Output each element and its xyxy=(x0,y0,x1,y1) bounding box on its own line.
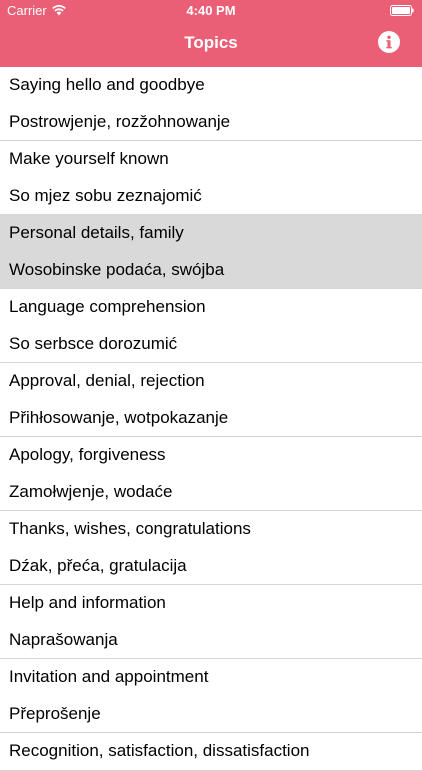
topics-list: Saying hello and goodbye Postrowjenje, r… xyxy=(0,67,422,771)
topic-sorbian: So serbsce dorozumić xyxy=(9,333,178,353)
topic-row[interactable]: Recognition, satisfaction, dissatisfacti… xyxy=(0,733,422,771)
topic-english: Recognition, satisfaction, dissatisfacti… xyxy=(9,741,310,760)
topic-row[interactable]: Approval, denial, rejection Přihłosowanj… xyxy=(0,363,422,437)
topic-sorbian: So mjez sobu zeznajomić xyxy=(9,185,202,205)
topic-row[interactable]: Make yourself known So mjez sobu zeznajo… xyxy=(0,141,422,215)
navigation-bar: Carrier 4:40 PM Topics xyxy=(0,0,422,67)
topic-english: Invitation and appointment xyxy=(9,667,209,686)
topic-row[interactable]: Help and information Naprašowanja xyxy=(0,585,422,659)
topic-english: Saying hello and goodbye xyxy=(9,75,205,94)
topic-english: Personal details, family xyxy=(9,223,184,242)
topic-sorbian: Dźak, přeća, gratulacija xyxy=(9,555,187,575)
topic-english: Language comprehension xyxy=(9,297,206,316)
status-bar: Carrier 4:40 PM xyxy=(0,0,422,22)
battery-icon xyxy=(390,5,414,16)
topic-row[interactable]: Invitation and appointment Přeprošenje xyxy=(0,659,422,733)
topic-sorbian: Naprašowanja xyxy=(9,629,118,649)
topic-row[interactable]: Apology, forgiveness Zamołwjenje, wodaće xyxy=(0,437,422,511)
topic-sorbian: Přihłosowanje, wotpokazanje xyxy=(9,407,229,427)
topic-row[interactable]: Thanks, wishes, congratulations Dźak, př… xyxy=(0,511,422,585)
topic-sorbian: Wosobinske podaća, swójba xyxy=(9,259,225,279)
info-icon[interactable] xyxy=(378,31,400,53)
topic-english: Make yourself known xyxy=(9,149,169,168)
status-time: 4:40 PM xyxy=(186,3,236,18)
topic-english: Help and information xyxy=(9,593,166,612)
topic-row[interactable]: Personal details, family Wosobinske poda… xyxy=(0,215,422,289)
topic-row[interactable]: Language comprehension So serbsce dorozu… xyxy=(0,289,422,363)
topic-english: Apology, forgiveness xyxy=(9,445,166,464)
topic-sorbian: Zamołwjenje, wodaće xyxy=(9,481,173,501)
topic-row[interactable]: Saying hello and goodbye Postrowjenje, r… xyxy=(0,67,422,141)
topic-sorbian: Přeprošenje xyxy=(9,703,101,723)
topic-english: Approval, denial, rejection xyxy=(9,371,205,390)
topic-english: Thanks, wishes, congratulations xyxy=(9,519,251,538)
topic-sorbian: Postrowjenje, rozžohnowanje xyxy=(9,111,231,131)
page-title: Topics xyxy=(184,33,238,52)
